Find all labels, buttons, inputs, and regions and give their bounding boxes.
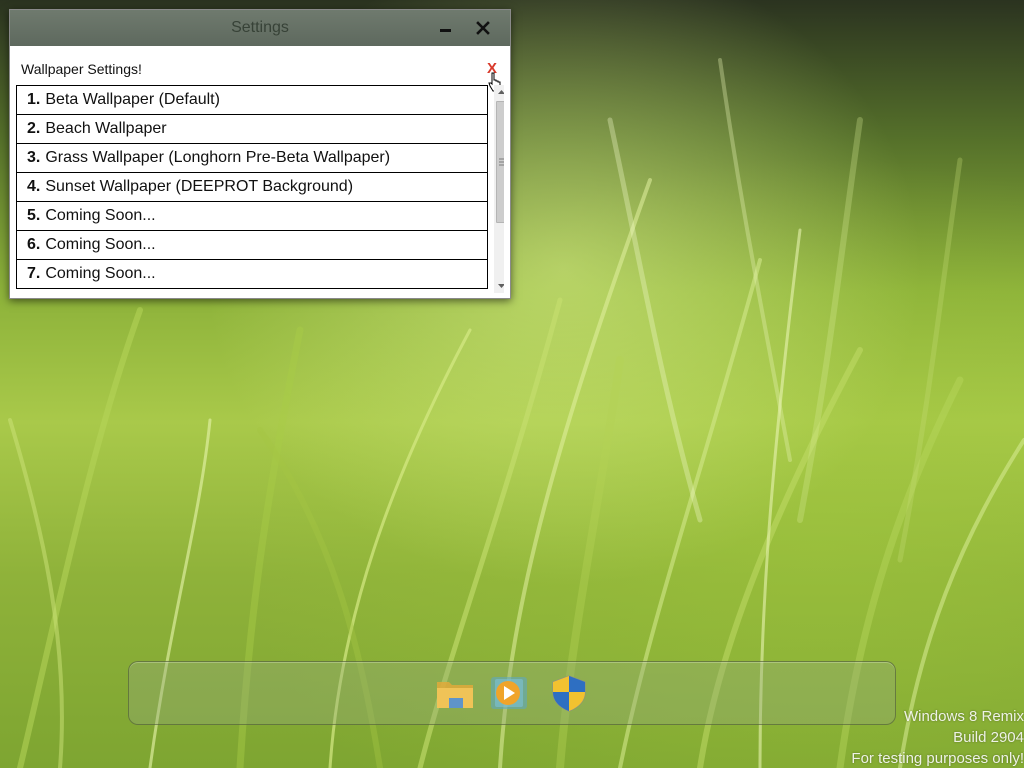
wallpaper-item-5[interactable]: 5. Coming Soon...: [16, 201, 488, 230]
wallpaper-item-2[interactable]: 2. Beach Wallpaper: [16, 114, 488, 143]
wallpaper-item-7[interactable]: 7. Coming Soon...: [16, 259, 488, 289]
wallpaper-item-6[interactable]: 6. Coming Soon...: [16, 230, 488, 259]
desktop: Settings Wallpaper Settings! X 1. Beta Wa…: [0, 0, 1024, 768]
item-label: Grass Wallpaper (Longhorn Pre-Beta Wallp…: [45, 149, 391, 166]
wallpaper-list-box[interactable]: 1. Beta Wallpaper (Default) 2. Beach Wallp…: [16, 85, 504, 293]
scroll-up-arrow-icon[interactable]: [494, 85, 504, 99]
item-label: Coming Soon...: [45, 207, 156, 224]
item-number: 7.: [27, 265, 41, 282]
minimize-icon: [440, 29, 451, 32]
window-titlebar[interactable]: Settings: [10, 10, 510, 46]
close-icon: [476, 21, 490, 35]
settings-window: Settings Wallpaper Settings! X 1. Beta Wa…: [9, 9, 511, 299]
item-label: Beta Wallpaper (Default): [45, 91, 220, 108]
item-number: 3.: [27, 149, 41, 166]
wallpaper-item-3[interactable]: 3. Grass Wallpaper (Longhorn Pre-Beta Wal…: [16, 143, 488, 172]
item-number: 2.: [27, 120, 41, 137]
watermark-build: Build 2904: [953, 729, 1024, 746]
taskbar-dock: [128, 661, 896, 725]
wallpaper-list: 1. Beta Wallpaper (Default) 2. Beach Wallp…: [16, 85, 488, 289]
wallpaper-item-4[interactable]: 4. Sunset Wallpaper (DEEPROT Background): [16, 172, 488, 201]
panel-heading: Wallpaper Settings!: [21, 61, 142, 77]
list-scrollbar[interactable]: [494, 85, 504, 293]
scroll-down-arrow-icon[interactable]: [494, 279, 504, 293]
item-number: 6.: [27, 236, 41, 253]
wallpaper-item-1[interactable]: 1. Beta Wallpaper (Default): [16, 85, 488, 114]
watermark-os-name: Windows 8 Remix: [903, 708, 1024, 725]
settings-content: Wallpaper Settings! X 1. Beta Wallpaper (…: [10, 46, 510, 298]
close-button[interactable]: [470, 16, 496, 40]
item-label: Coming Soon...: [45, 265, 156, 282]
minimize-button[interactable]: [432, 16, 458, 40]
item-label: Coming Soon...: [45, 236, 156, 253]
item-number: 5.: [27, 207, 41, 224]
scroll-thumb[interactable]: [496, 101, 504, 223]
item-label: Beach Wallpaper: [45, 120, 167, 137]
item-label: Sunset Wallpaper (DEEPROT Background): [45, 178, 354, 195]
build-watermark: Windows 8 Remix Build 2904 For testing p…: [851, 706, 1024, 768]
folder-icon[interactable]: [435, 674, 475, 712]
item-number: 4.: [27, 178, 41, 195]
watermark-note: For testing purposes only!: [851, 750, 1024, 767]
media-player-icon[interactable]: [489, 674, 529, 712]
item-number: 1.: [27, 91, 41, 108]
security-shield-icon[interactable]: [549, 674, 589, 712]
grip-icon: [499, 158, 504, 166]
